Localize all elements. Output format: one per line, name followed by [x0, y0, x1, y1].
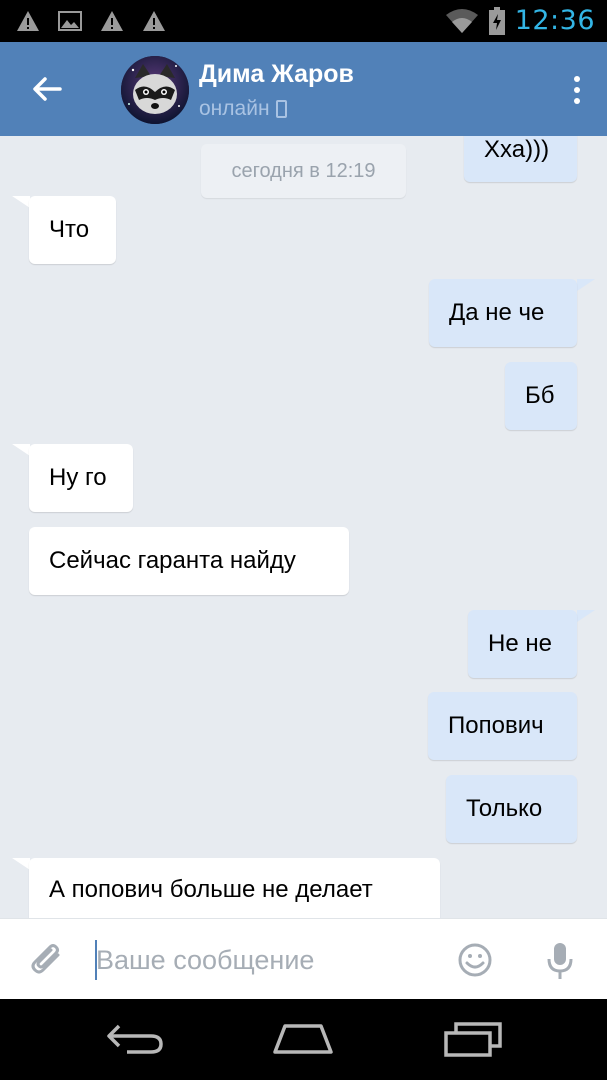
- image-icon: [58, 11, 82, 31]
- bubble-tail: [12, 858, 30, 870]
- contact-name[interactable]: Дима Жаров: [199, 60, 354, 89]
- message-list[interactable]: сегодня в 12:19 Хха))) Что Да не че Бб Н…: [0, 136, 607, 918]
- recents-icon: [444, 1022, 502, 1057]
- warning-icon: [143, 11, 165, 31]
- bubble-tail: [12, 196, 30, 208]
- warning-icon: [17, 11, 39, 31]
- back-button[interactable]: [22, 64, 72, 114]
- bubble-tail: [12, 444, 30, 456]
- message-incoming[interactable]: А попович больше не делает: [29, 858, 440, 918]
- arrow-left-icon: [33, 77, 62, 101]
- bubble-tail: [577, 279, 595, 291]
- notification-icons: [16, 9, 166, 33]
- message-incoming[interactable]: Что: [29, 196, 116, 264]
- message-outgoing[interactable]: Да не че: [429, 279, 577, 347]
- back-icon: [107, 1024, 163, 1054]
- emoji-icon[interactable]: [457, 942, 493, 978]
- message-outgoing[interactable]: Хха))): [464, 136, 577, 182]
- message-outgoing[interactable]: Только: [446, 775, 577, 843]
- message-input[interactable]: [96, 937, 436, 983]
- nav-home-button[interactable]: [268, 1019, 338, 1059]
- more-options-button[interactable]: [567, 70, 587, 110]
- message-incoming[interactable]: Сейчас гаранта найду: [29, 527, 349, 595]
- bubble-tail: [577, 610, 595, 622]
- message-outgoing[interactable]: Бб: [505, 362, 577, 430]
- wifi-icon: [445, 8, 478, 33]
- nav-recents-button[interactable]: [438, 1019, 508, 1059]
- date-separator: сегодня в 12:19: [201, 144, 406, 198]
- status-bar: 12:36: [0, 0, 607, 42]
- system-nav-bar: [0, 999, 607, 1080]
- clock: 12:36: [514, 5, 595, 36]
- message-incoming[interactable]: Ну го: [29, 444, 133, 512]
- message-outgoing[interactable]: Не не: [468, 610, 577, 678]
- microphone-icon[interactable]: [546, 941, 574, 981]
- mobile-phone-icon: [275, 100, 287, 118]
- contact-status: онлайн: [199, 97, 287, 121]
- chat-header: Дима Жаров онлайн: [0, 42, 607, 136]
- paperclip-icon[interactable]: [28, 941, 68, 981]
- message-input-bar: [0, 918, 607, 999]
- warning-icon: [101, 11, 123, 31]
- message-outgoing[interactable]: Попович: [428, 692, 577, 760]
- avatar[interactable]: [121, 56, 189, 124]
- dot-icon: [574, 76, 580, 82]
- status-text: онлайн: [199, 97, 270, 120]
- nav-back-button[interactable]: [100, 1019, 170, 1059]
- home-icon: [273, 1024, 333, 1054]
- battery-charging-icon: [488, 6, 505, 35]
- dot-icon: [574, 98, 580, 104]
- dot-icon: [574, 87, 580, 93]
